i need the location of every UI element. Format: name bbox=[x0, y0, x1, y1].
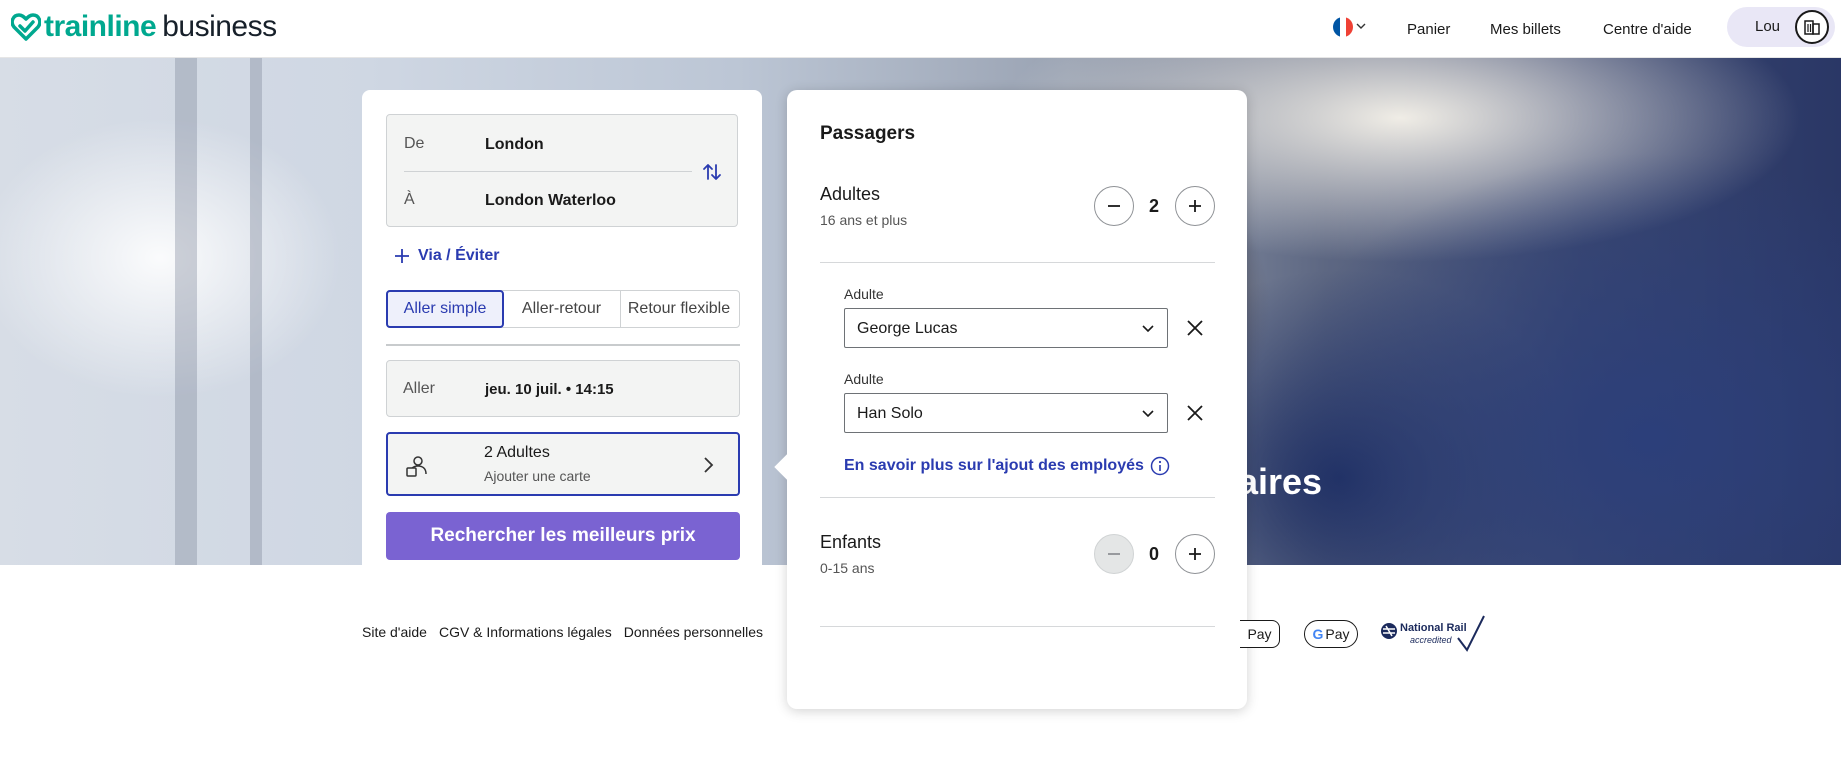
plus-icon bbox=[1189, 548, 1201, 560]
learn-more-text: En savoir plus sur l'ajout des employés bbox=[844, 457, 1144, 474]
info-icon bbox=[1150, 456, 1170, 476]
origin-input[interactable]: London bbox=[485, 136, 544, 154]
french-flag-icon[interactable] bbox=[1333, 17, 1353, 37]
remove-traveller-2-close-icon[interactable] bbox=[1185, 403, 1205, 423]
apple-pay-badge: Pay bbox=[1240, 620, 1280, 648]
via-avoid-label: Via / Éviter bbox=[418, 247, 500, 264]
origin-destination-box: De London À London Waterloo bbox=[386, 114, 738, 227]
heart-check-logo-icon bbox=[11, 13, 41, 41]
outbound-label: Aller bbox=[403, 380, 436, 397]
language-chevron-down-icon[interactable] bbox=[1356, 21, 1366, 31]
adults-decrement-button[interactable] bbox=[1094, 186, 1134, 226]
footer-link-help-site[interactable]: Site d'aide bbox=[362, 624, 427, 640]
passenger-card-icon bbox=[406, 456, 427, 477]
national-rail-accredited-text: accredited bbox=[1410, 635, 1452, 645]
children-increment-button[interactable] bbox=[1175, 534, 1215, 574]
trainline-business-logo[interactable]: trainline business bbox=[11, 10, 277, 44]
google-pay-badge: G Pay bbox=[1304, 620, 1358, 648]
passengers-field[interactable]: 2 Adultes Ajouter une carte bbox=[386, 432, 740, 496]
remove-traveller-1-close-icon[interactable] bbox=[1185, 318, 1205, 338]
via-avoid-button[interactable]: Via / Éviter bbox=[394, 247, 500, 265]
nav-cart-link[interactable]: Panier bbox=[1407, 0, 1450, 58]
children-age-range: 0-15 ans bbox=[820, 560, 875, 576]
popover-divider bbox=[820, 626, 1215, 627]
business-avatar-icon bbox=[1795, 10, 1829, 44]
chevron-down-icon bbox=[1142, 410, 1154, 418]
checkmark-icon bbox=[1457, 615, 1485, 652]
journey-search-card: De London À London Waterloo Via / Éviter… bbox=[362, 90, 762, 565]
traveller-1-value: George Lucas bbox=[857, 320, 958, 337]
origin-label: De bbox=[404, 135, 425, 152]
children-decrement-button[interactable] bbox=[1094, 534, 1134, 574]
destination-label: À bbox=[404, 191, 415, 208]
popover-divider bbox=[820, 497, 1215, 498]
brand-trainline-text: trainline bbox=[44, 10, 157, 43]
children-label: Enfants bbox=[820, 532, 882, 552]
footer-link-terms[interactable]: CGV & Informations légales bbox=[439, 624, 612, 640]
traveller-2-value: Han Solo bbox=[857, 405, 923, 422]
google-pay-text: Pay bbox=[1325, 626, 1350, 642]
traveller-2-label: Adulte bbox=[844, 371, 884, 387]
passengers-popover: Passagers Adultes 16 ans et plus 2 Adult… bbox=[774, 90, 1247, 709]
apple-pay-text: Pay bbox=[1247, 626, 1272, 642]
tab-one-way[interactable]: Aller simple bbox=[386, 290, 504, 328]
plus-icon bbox=[395, 249, 409, 263]
google-g-icon: G bbox=[1312, 626, 1324, 642]
traveller-1-select[interactable]: George Lucas bbox=[844, 308, 1168, 348]
national-rail-accredited-badge: National Rail accredited bbox=[1380, 614, 1486, 654]
hero-decor-pole bbox=[175, 58, 197, 565]
top-header: trainline business Panier Mes billets Ce… bbox=[0, 0, 1841, 58]
passengers-summary: 2 Adultes bbox=[484, 444, 550, 461]
children-count: 0 bbox=[1148, 544, 1159, 564]
add-railcard-text: Ajouter une carte bbox=[484, 468, 591, 484]
od-divider bbox=[404, 171, 692, 172]
tab-return[interactable]: Aller-retour bbox=[503, 291, 621, 327]
plus-icon bbox=[1189, 200, 1201, 212]
national-rail-logo-icon bbox=[1381, 623, 1397, 639]
hero-decor-pole bbox=[250, 58, 262, 565]
search-best-prices-button[interactable]: Rechercher les meilleurs prix bbox=[386, 512, 740, 560]
adults-increment-button[interactable] bbox=[1175, 186, 1215, 226]
chevron-down-icon bbox=[1142, 325, 1154, 333]
destination-input[interactable]: London Waterloo bbox=[485, 192, 616, 210]
traveller-2-select[interactable]: Han Solo bbox=[844, 393, 1168, 433]
hero-title: aires bbox=[1238, 461, 1323, 502]
building-icon bbox=[1804, 20, 1820, 35]
section-divider bbox=[386, 344, 740, 346]
chevron-right-icon bbox=[704, 457, 714, 473]
minus-icon bbox=[1108, 205, 1120, 207]
footer-link-privacy[interactable]: Données personnelles bbox=[624, 624, 763, 640]
outbound-date-field[interactable]: Aller jeu. 10 juil. • 14:15 bbox=[386, 360, 740, 417]
passengers-title: Passagers bbox=[820, 123, 916, 144]
user-name: Lou bbox=[1755, 18, 1781, 35]
traveller-1-label: Adulte bbox=[844, 286, 884, 302]
nav-help-link[interactable]: Centre d'aide bbox=[1603, 0, 1692, 58]
tab-flexible-return[interactable]: Retour flexible bbox=[621, 291, 737, 327]
adults-age-range: 16 ans et plus bbox=[820, 212, 908, 228]
adults-label: Adultes bbox=[820, 184, 881, 204]
nav-tickets-link[interactable]: Mes billets bbox=[1490, 0, 1561, 58]
learn-more-employees-link[interactable]: En savoir plus sur l'ajout des employés bbox=[844, 456, 1170, 476]
brand-business-text: business bbox=[162, 10, 277, 43]
adults-count: 2 bbox=[1148, 196, 1159, 216]
swap-stations-icon[interactable] bbox=[701, 161, 723, 183]
footer-links: Site d'aide CGV & Informations légales D… bbox=[362, 624, 775, 640]
trip-type-tabs: Aller simple Aller-retour Retour flexibl… bbox=[386, 290, 740, 328]
minus-icon bbox=[1108, 553, 1120, 555]
popover-divider bbox=[820, 262, 1215, 263]
outbound-value: jeu. 10 juil. • 14:15 bbox=[485, 381, 614, 398]
user-account-button[interactable]: Lou bbox=[1727, 7, 1835, 47]
